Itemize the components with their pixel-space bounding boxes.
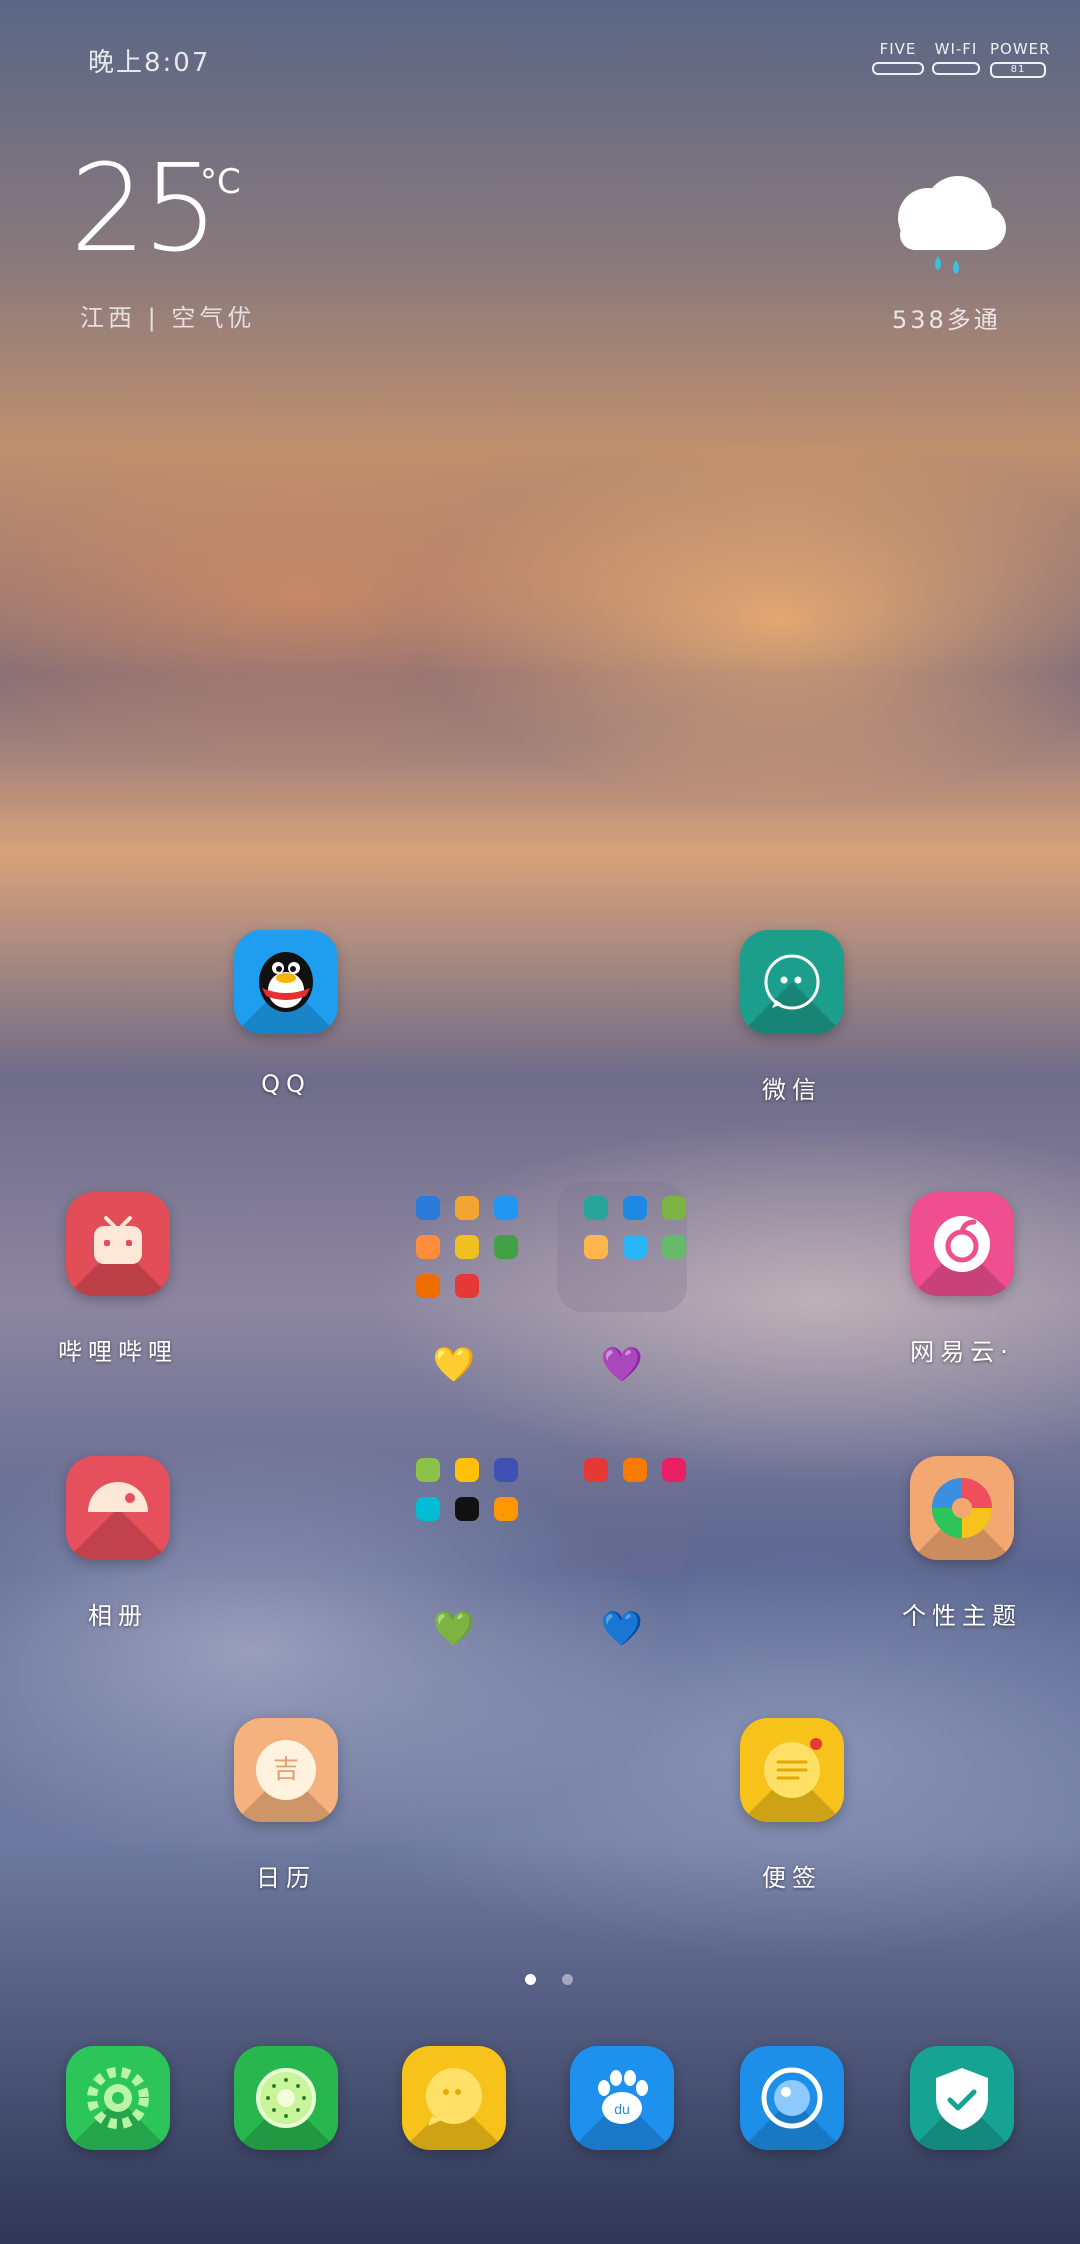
mini-app-icon <box>623 1458 647 1482</box>
app-label-bilibili: 哔哩哔哩 <box>58 1338 178 1366</box>
folder-label: 💛 <box>432 1345 476 1385</box>
page-indicator <box>512 1970 586 1989</box>
mini-app-icon <box>494 1497 518 1521</box>
app-folder <box>557 1182 687 1312</box>
kiwi-icon <box>234 2046 338 2150</box>
mini-app-icon <box>455 1196 479 1220</box>
dock-security[interactable] <box>872 2046 1052 2150</box>
mini-app-icon <box>494 1196 518 1220</box>
app-bilibili[interactable]: 哔哩哔哩 <box>28 1192 208 1367</box>
dock-messages[interactable] <box>364 2046 544 2150</box>
mini-app-icon <box>584 1458 608 1482</box>
mini-app-icon <box>584 1235 608 1259</box>
mini-app-icon <box>662 1458 686 1482</box>
notes-icon <box>740 1718 844 1822</box>
app-folder <box>389 1182 519 1312</box>
app-label-wechat: 微信 <box>762 1076 822 1104</box>
mini-app-icon <box>584 1196 608 1220</box>
mini-app-icon <box>455 1274 479 1298</box>
folder-3[interactable]: 💚 <box>364 1446 544 1646</box>
app-label-netease-music: 网易云· <box>910 1338 1014 1366</box>
mini-app-icon <box>455 1458 479 1482</box>
qq-penguin-icon <box>234 930 338 1034</box>
folder-4[interactable]: 💙 <box>532 1446 712 1646</box>
calendar-glyph: 吉 <box>256 1740 316 1800</box>
app-label-album: 相册 <box>88 1602 148 1630</box>
mini-app-icon <box>494 1458 518 1482</box>
page-dot[interactable] <box>562 1974 573 1985</box>
temperature-unit: °C <box>200 162 241 202</box>
weather-description: 江西 | 空气优 <box>80 304 256 332</box>
app-notes[interactable]: 便签 <box>702 1718 882 1893</box>
app-calendar[interactable]: 吉 日历 <box>196 1718 376 1893</box>
mini-app-icon <box>623 1196 647 1220</box>
bilibili-tv-icon <box>66 1192 170 1296</box>
settings-gear-icon <box>66 2046 170 2150</box>
battery-indicator: POWER 81 <box>990 40 1050 78</box>
shield-check-icon <box>910 2046 1014 2150</box>
mini-app-icon <box>662 1235 686 1259</box>
dock-baidu[interactable]: du <box>532 2046 712 2150</box>
app-wechat[interactable]: 微信 <box>702 930 882 1105</box>
app-label-notes: 便签 <box>762 1864 822 1892</box>
aqi-text: 538多通 <box>892 306 1001 334</box>
page-dot-active[interactable] <box>525 1974 536 1985</box>
app-album[interactable]: 相册 <box>28 1456 208 1631</box>
dock-browser[interactable] <box>702 2046 882 2150</box>
mini-app-icon <box>416 1196 440 1220</box>
mini-app-icon <box>455 1235 479 1259</box>
mini-app-icon <box>662 1196 686 1220</box>
browser-icon <box>740 2046 844 2150</box>
svg-text:du: du <box>614 2101 630 2117</box>
app-netease-music[interactable]: 网易云· <box>872 1192 1052 1367</box>
mini-app-icon <box>416 1458 440 1482</box>
dock-kiwi[interactable] <box>196 2046 376 2150</box>
message-bubble-icon <box>402 2046 506 2150</box>
app-theme[interactable]: 个性主题 <box>872 1456 1052 1631</box>
folder-1[interactable]: 💛 <box>364 1182 544 1382</box>
folder-2[interactable]: 💜 <box>532 1182 712 1382</box>
mini-app-icon <box>416 1497 440 1521</box>
app-qq[interactable]: QQ <box>196 930 376 1098</box>
dock-settings[interactable] <box>28 2046 208 2150</box>
photo-album-icon <box>66 1456 170 1560</box>
mini-app-icon <box>494 1235 518 1259</box>
mini-app-icon <box>455 1497 479 1521</box>
mini-app-icon <box>416 1235 440 1259</box>
theme-puzzle-icon <box>910 1456 1014 1560</box>
folder-label: 💙 <box>600 1609 644 1649</box>
wechat-icon <box>740 930 844 1034</box>
app-label-calendar: 日历 <box>256 1864 316 1892</box>
app-folder <box>389 1446 519 1576</box>
temperature[interactable]: 25 <box>70 150 219 270</box>
mini-app-icon <box>623 1235 647 1259</box>
music-note-icon <box>910 1192 1014 1296</box>
app-folder <box>557 1446 687 1576</box>
folder-label: 💚 <box>432 1609 476 1649</box>
mini-app-icon <box>416 1274 440 1298</box>
rain-cloud-icon[interactable] <box>880 170 1010 280</box>
signal-indicator: FIVE <box>872 40 924 75</box>
app-label-qq: QQ <box>261 1070 311 1098</box>
status-time: 晚上8:07 <box>88 48 211 78</box>
app-label-theme: 个性主题 <box>902 1602 1022 1630</box>
baidu-paw-icon: du <box>570 2046 674 2150</box>
calendar-icon: 吉 <box>234 1718 338 1822</box>
wifi-indicator: WI-FI <box>932 40 980 75</box>
folder-label: 💜 <box>600 1345 644 1385</box>
